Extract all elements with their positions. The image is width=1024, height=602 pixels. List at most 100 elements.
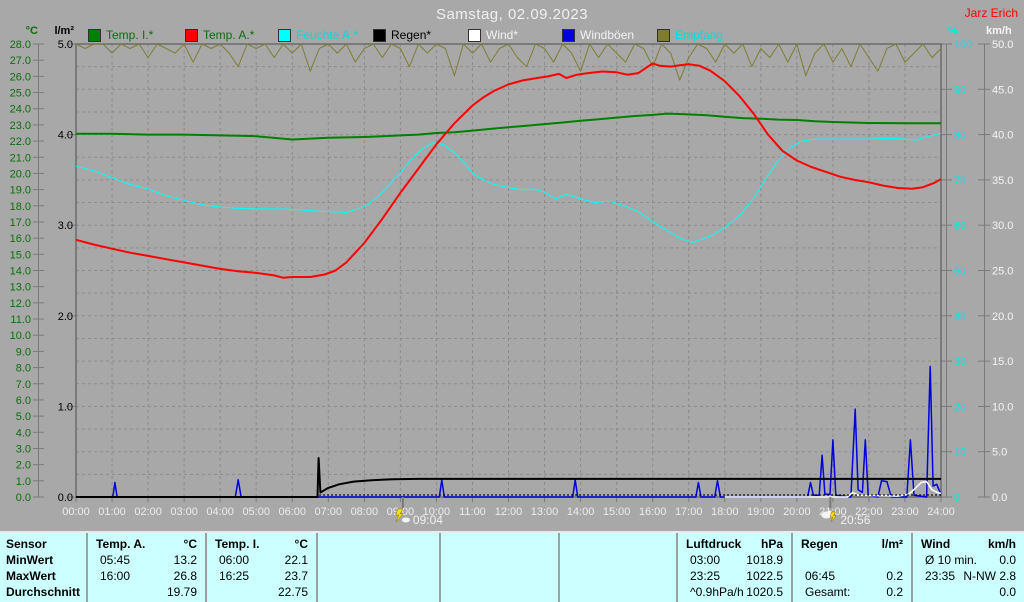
table-cell-time: 06:45 bbox=[805, 569, 836, 583]
table-row-label: MaxWert bbox=[6, 569, 56, 583]
table-cell-value: 1022.5 bbox=[746, 569, 783, 583]
axis-temp-tick-label: 14.0 bbox=[10, 266, 31, 278]
axis-temp-tick-label: 19.0 bbox=[10, 185, 31, 197]
table-col-luftdruck: Luftdruck hPa 03:00 1018.9 23:25 1022.5 ^0.9hP… bbox=[678, 533, 793, 602]
axis-wind-tick-label: 30.0 bbox=[992, 220, 1013, 232]
table-col-temp-a: Temp. A. °C 05:45 13.2 16:00 26.8 19.79 bbox=[88, 533, 207, 602]
table-cell-time: 03:00 bbox=[690, 553, 721, 567]
x-axis-hour-label: 16:00 bbox=[639, 506, 667, 518]
x-axis-hour-label: 14:00 bbox=[567, 506, 595, 518]
axis-wind-tick-label: 45.0 bbox=[992, 84, 1013, 96]
axis-wind-tick-label: 10.0 bbox=[992, 401, 1013, 413]
axis-temp-tick-label: 22.0 bbox=[10, 136, 31, 148]
axis-temp-tick-label: 27.0 bbox=[10, 55, 31, 67]
axis-humidity-tick-label: 20 bbox=[954, 401, 966, 413]
axis-wind-tick-label: 0.0 bbox=[992, 492, 1007, 504]
axis-temp-tick-label: 9.0 bbox=[16, 346, 31, 358]
axis-temp-tick-label: 20.0 bbox=[10, 168, 31, 180]
axis-temp-tick-label: 16.0 bbox=[10, 233, 31, 245]
axis-wind-tick-label: 35.0 bbox=[992, 175, 1013, 187]
time-marker-label: 20:56 bbox=[840, 513, 870, 527]
x-axis-hour-label: 13:00 bbox=[531, 506, 559, 518]
axis-temp-tick-label: 13.0 bbox=[10, 282, 31, 294]
axis-temp-tick-label: 12.0 bbox=[10, 298, 31, 310]
table-col-empty-3 bbox=[560, 533, 678, 602]
weather-app-window: Samstag, 02.09.2023 Jarz Erich °C l/m² %… bbox=[0, 0, 1024, 602]
axis-temp-tick-label: 1.0 bbox=[16, 476, 31, 488]
table-cell-value: 0.0 bbox=[999, 553, 1016, 567]
axis-temp-tick-label: 28.0 bbox=[10, 39, 31, 51]
x-axis-hour-label: 04:00 bbox=[206, 506, 234, 518]
axis-temp-tick-label: 7.0 bbox=[16, 379, 31, 391]
table-col-header: Temp. A. bbox=[96, 537, 146, 551]
table-cell-value: 22.1 bbox=[284, 553, 308, 567]
axis-humidity-tick-label: 50 bbox=[954, 266, 966, 278]
table-col-header: Regen bbox=[801, 537, 838, 551]
table-col-empty-2 bbox=[441, 533, 560, 602]
axis-temp-tick-label: 5.0 bbox=[16, 411, 31, 423]
x-axis-hour-label: 03:00 bbox=[170, 506, 198, 518]
axis-humidity-tick-label: 0 bbox=[954, 492, 960, 504]
table-col-header: Temp. I. bbox=[215, 537, 260, 551]
axis-temp-tick-label: 25.0 bbox=[10, 88, 31, 100]
axis-temp-tick-label: 18.0 bbox=[10, 201, 31, 213]
axis-humidity-tick-label: 60 bbox=[954, 220, 966, 232]
table-col-unit: °C bbox=[294, 537, 308, 551]
table-row-label: MinWert bbox=[6, 553, 54, 567]
x-axis-hour-label: 00:00 bbox=[62, 506, 90, 518]
table-cell-time: 16:00 bbox=[100, 569, 131, 583]
axis-humidity-tick-label: 10 bbox=[954, 447, 966, 459]
table-row-label: Durchschnitt bbox=[6, 585, 81, 599]
cloud-lightning-icon bbox=[821, 510, 837, 523]
axis-temp-tick-label: 11.0 bbox=[10, 314, 31, 326]
x-axis-hour-label: 15:00 bbox=[603, 506, 631, 518]
table-row-label: Sensor bbox=[6, 537, 47, 551]
axis-temp-tick-label: 0.0 bbox=[16, 492, 31, 504]
x-axis-hour-label: 17:00 bbox=[675, 506, 703, 518]
table-cell-value: N-NW 2.8 bbox=[963, 569, 1016, 583]
axis-rain-tick-label: 2.0 bbox=[58, 311, 73, 323]
x-axis-hour-label: 06:00 bbox=[278, 506, 306, 518]
axis-temp-tick-label: 15.0 bbox=[10, 249, 31, 261]
table-col-header: Luftdruck bbox=[686, 537, 742, 551]
table-cell-value: 23.7 bbox=[284, 569, 308, 583]
table-cell-time: 16:25 bbox=[219, 569, 250, 583]
axis-rain-tick-label: 5.0 bbox=[58, 39, 73, 51]
axis-rain-tick-label: 1.0 bbox=[58, 401, 73, 413]
x-axis: 00:00 01:00 02:00 03:00 04:00 05:00 06:00 07:00… bbox=[62, 497, 955, 518]
axis-temp-tick-label: 6.0 bbox=[16, 395, 31, 407]
table-col-regen: Regen l/m² 06:45 0.2 Gesamt: 0.2 bbox=[793, 533, 913, 602]
axis-rain-tick-label: 0.0 bbox=[58, 492, 73, 504]
axis-temp-tick-label: 24.0 bbox=[10, 104, 31, 116]
axis-temp-tick-label: 8.0 bbox=[16, 363, 31, 375]
table-cell-value: 13.2 bbox=[173, 553, 197, 567]
chart-gridlines bbox=[76, 44, 941, 497]
weather-chart: 0.0 1.0 2.0 3.0 4.0 5.0 6.0 7.0 8.0 9.0 10.0 11.0 12… bbox=[10, 39, 1014, 527]
axis-rain-tick-label: 3.0 bbox=[58, 220, 73, 232]
x-axis-hour-label: 24:00 bbox=[927, 506, 955, 518]
axis-humidity: 0 10 20 30 40 50 60 70 80 90 100 bbox=[941, 39, 972, 504]
time-marker-label: 09:04 bbox=[413, 513, 443, 527]
x-axis-hour-label: 08:00 bbox=[351, 506, 379, 518]
table-col-unit: km/h bbox=[987, 537, 1016, 551]
table-cell-time: ^0.9hPa/h bbox=[690, 585, 744, 599]
x-axis-hour-label: 07:00 bbox=[315, 506, 343, 518]
axis-temp-tick-label: 26.0 bbox=[10, 71, 31, 83]
axis-humidity-tick-label: 100 bbox=[954, 39, 972, 51]
axis-wind-tick-label: 5.0 bbox=[992, 447, 1007, 459]
axis-temp-tick-label: 23.0 bbox=[10, 120, 31, 132]
axis-humidity-tick-label: 40 bbox=[954, 311, 966, 323]
table-cell-value: 1020.5 bbox=[746, 585, 783, 599]
axis-wind: 0.0 5.0 10.0 15.0 20.0 25.0 30.0 35.0 40.0 45.0 50… bbox=[978, 39, 1013, 504]
table-col-unit: °C bbox=[183, 537, 197, 551]
x-axis-hour-label: 19:00 bbox=[747, 506, 775, 518]
axis-wind-tick-label: 40.0 bbox=[992, 130, 1013, 142]
axis-humidity-tick-label: 80 bbox=[954, 130, 966, 142]
axis-temp-tick-label: 17.0 bbox=[10, 217, 31, 229]
x-axis-hour-label: 12:00 bbox=[495, 506, 523, 518]
table-cell-value: 22.75 bbox=[277, 585, 308, 599]
axis-temp-tick-label: 3.0 bbox=[16, 443, 31, 455]
table-cell-time: 05:45 bbox=[100, 553, 131, 567]
table-cell-value: 1018.9 bbox=[746, 553, 783, 567]
x-axis-hour-label: 23:00 bbox=[891, 506, 919, 518]
